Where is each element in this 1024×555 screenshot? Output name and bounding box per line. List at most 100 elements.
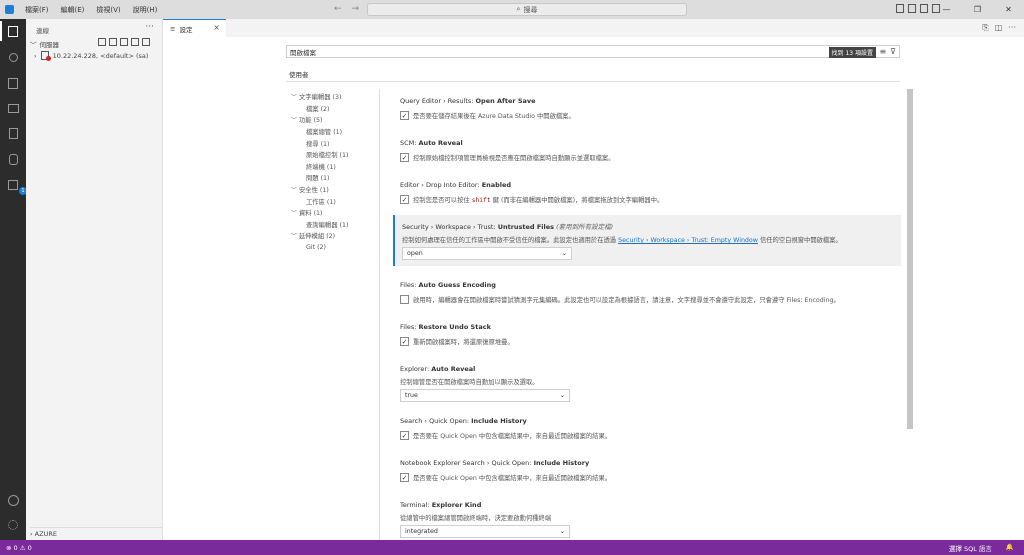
setting-link[interactable]: Security › Workspace › Trust: Empty Wind… (618, 237, 758, 244)
setting-title: Security › Workspace › Trust: Untrusted … (402, 221, 894, 231)
settings-search-input[interactable]: 開啟檔案 找到 13 項設置 ≡ ⊽ (286, 45, 900, 58)
setting-name: Open After Save (475, 97, 536, 105)
setting-description: 從總管中的檔案總管開啟終端時，決定要啟動何種終端 (400, 515, 552, 522)
split-editor-icon[interactable]: ◫ (995, 23, 1003, 33)
account-icon[interactable] (5, 492, 21, 508)
toc-item[interactable]: ﹀ 安全性 (1) (291, 184, 381, 196)
toc-item-label: Git (2) (306, 244, 327, 252)
check-icon: ✓ (401, 153, 408, 162)
more-actions-icon[interactable]: ··· (1008, 23, 1016, 33)
tab-settings[interactable]: ≡ 設定 × (163, 19, 226, 37)
setting-desc-block: 從總管中的檔案總管開啟終端時，決定要啟動何種終端 (400, 513, 894, 522)
minimize-icon[interactable]: — (931, 0, 962, 19)
toc-item[interactable]: 問題 (1) (291, 172, 381, 184)
toggle-sidebar-icon[interactable] (896, 4, 904, 13)
toc-item-label: 終端機 (1) (306, 163, 336, 171)
toc-item[interactable]: 搜尋 (1) (291, 137, 381, 149)
more-actions-icon[interactable]: ··· (145, 22, 154, 32)
settings-editor: 開啟檔案 找到 13 項設置 ≡ ⊽ 使用者 ﹀ 文字編輯器 (3) 檔案 (2) ﹀… (163, 37, 1024, 540)
menu-file[interactable]: 檔案(F) (19, 5, 55, 15)
toc-item[interactable]: ﹀ 延伸模組 (2) (291, 230, 381, 242)
setting-checkbox[interactable]: ✓ (400, 337, 409, 346)
setting-checkbox[interactable]: ✓ (400, 111, 409, 120)
notifications-bell-icon[interactable]: 🔔 (1006, 543, 1014, 553)
toc-item-label: 延伸模組 (2) (299, 233, 336, 241)
forward-arrow-icon[interactable]: → (352, 4, 360, 14)
toc-item[interactable]: 檔案 (2) (291, 103, 381, 115)
toc-item[interactable]: 檔案總管 (1) (291, 126, 381, 138)
manage-gear-icon[interactable] (5, 517, 21, 533)
setting-checkbox[interactable]: ✓ (400, 431, 409, 440)
search-view-icon[interactable] (5, 49, 21, 65)
chevron-right-icon: › (34, 51, 37, 60)
chevron-down-icon: ⌄ (559, 528, 565, 535)
toc-item[interactable]: ﹀ 資料 (1) (291, 207, 381, 219)
setting-select[interactable]: true ⌄ (400, 389, 570, 402)
setting-select[interactable]: open ⌄ (402, 247, 572, 260)
dashboard-icon[interactable] (5, 100, 21, 116)
servers-section-header[interactable]: ﹀ 伺服器 (30, 39, 59, 49)
refresh-icon[interactable] (120, 38, 128, 46)
toc-item[interactable]: ﹀ 文字編輯器 (3) (291, 91, 381, 103)
tab-label: 設定 (179, 25, 193, 34)
setting-item: Terminal: Explorer Kind 從總管中的檔案總管開啟終端時，決定… (393, 495, 901, 544)
restore-icon[interactable]: ❐ (962, 0, 993, 19)
setting-checkbox[interactable]: ✓ (400, 195, 409, 204)
command-search[interactable]: ⌕ 搜尋 (367, 3, 687, 16)
explorer-icon[interactable] (5, 125, 21, 141)
check-icon: ✓ (401, 111, 408, 120)
select-value: true (405, 392, 418, 399)
menu-edit[interactable]: 編輯(E) (55, 5, 91, 15)
chevron-down-icon: ﹀ (291, 117, 298, 125)
filter-icon[interactable]: ⊽ (890, 47, 896, 56)
language-mode[interactable]: 選擇 SQL 語言 (949, 543, 992, 553)
tab-user-settings[interactable]: 使用者 (289, 69, 309, 79)
toc-item[interactable]: Git (2) (291, 242, 381, 254)
clear-filter-icon[interactable]: ≡ (879, 47, 886, 56)
setting-checkbox[interactable]: ✓ (400, 153, 409, 162)
connections-sidebar: 連線 ··· ﹀ 伺服器 › 10.22.24.228, <default> (… (26, 19, 163, 540)
connections-icon[interactable] (5, 23, 21, 39)
scrollbar[interactable] (907, 89, 913, 429)
notebooks-icon[interactable] (5, 75, 21, 91)
setting-description: 重新開啟檔案時，將還原復原堆疊。 (413, 339, 514, 346)
close-window-icon[interactable]: ✕ (993, 0, 1024, 19)
setting-row: ✓ 是否要在儲存結果後在 Azure Data Studio 中開啟檔案。 (400, 111, 894, 120)
setting-description: 控制您是否可以按住 (413, 197, 472, 204)
new-group-icon[interactable] (109, 38, 117, 46)
close-tab-icon[interactable]: × (213, 23, 220, 32)
command-search-label: 搜尋 (523, 5, 538, 14)
setting-category: Files: (400, 323, 419, 331)
setting-name: Include History (471, 417, 527, 425)
problems-indicator[interactable]: ⊗ 0 ⚠ 0 (6, 544, 32, 552)
toc-item[interactable]: 終端機 (1) (291, 161, 381, 173)
toggle-panel-icon[interactable] (908, 4, 916, 13)
toc-item[interactable]: 查詢編輯器 (1) (291, 219, 381, 231)
setting-item: Files: Restore Undo Stack ✓ 重新開啟檔案時，將還原復原堆… (393, 317, 901, 352)
setting-title: Explorer: Auto Reveal (400, 365, 894, 373)
back-arrow-icon[interactable]: ← (334, 4, 342, 14)
extensions-icon[interactable]: 1 (5, 177, 27, 195)
toc-item[interactable]: ﹀ 功能 (5) (291, 114, 381, 126)
setting-checkbox[interactable] (400, 295, 409, 304)
collapse-all-icon[interactable] (142, 38, 150, 46)
open-settings-json-icon[interactable]: ⎘ (982, 23, 988, 33)
setting-description: 是否要在 Quick Open 中包含檔案結果中，來自最近開啟檔案的結果。 (413, 475, 612, 482)
toggle-secondary-sidebar-icon[interactable] (920, 4, 928, 13)
scope-divider (286, 81, 900, 82)
toc-item[interactable]: 工作區 (1) (291, 195, 381, 207)
setting-note: (套用到所有設定檔) (556, 223, 614, 231)
setting-name: Untrusted Files (497, 223, 555, 231)
setting-link[interactable]: Files: Encoding (787, 297, 834, 304)
toc-item[interactable]: 原始檔控制 (1) (291, 149, 381, 161)
azure-section-label: AZURE (34, 530, 57, 538)
server-connection[interactable]: › 10.22.24.228, <default> (sa) (34, 51, 148, 61)
menu-help[interactable]: 說明(H) (127, 5, 164, 15)
menu-view[interactable]: 檢視(V) (90, 5, 126, 15)
source-control-icon[interactable] (5, 151, 21, 167)
setting-checkbox[interactable]: ✓ (400, 473, 409, 482)
setting-select[interactable]: integrated ⌄ (400, 525, 570, 538)
azure-section-header[interactable]: › AZURE (30, 527, 163, 538)
new-connection-icon[interactable] (98, 38, 106, 46)
network-icon[interactable] (131, 38, 139, 46)
